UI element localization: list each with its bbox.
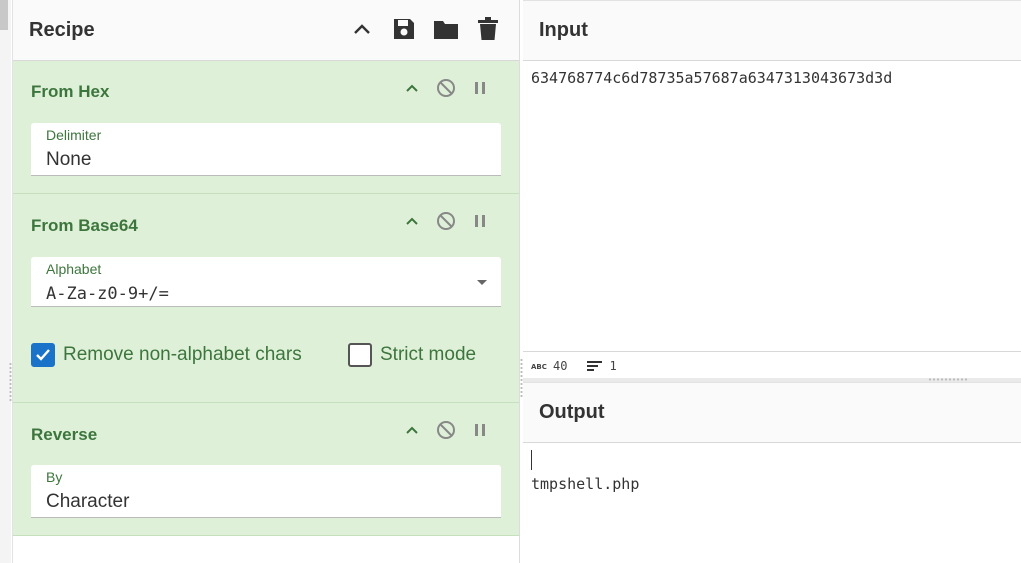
disable-icon[interactable] (435, 210, 457, 232)
operation-controls (401, 210, 491, 232)
remove-non-alphabet-checkbox[interactable] (31, 343, 55, 367)
pane-resize-handle[interactable] (9, 362, 12, 402)
folder-icon[interactable] (433, 16, 459, 42)
recipe-title: Recipe (29, 18, 95, 41)
lines-indicator: 1 (587, 358, 617, 373)
abc-icon: ABC (531, 363, 547, 371)
recipe-header-icons (349, 16, 501, 42)
recipe-header: Recipe (13, 0, 519, 61)
text-cursor (531, 450, 532, 470)
field-value: Character (46, 491, 130, 512)
field-value: None (46, 149, 92, 170)
svg-text:ABC: ABC (531, 363, 547, 371)
operation-controls (401, 419, 491, 441)
lines-icon (587, 360, 603, 371)
chevron-down-icon[interactable] (477, 280, 487, 285)
operation-from-base64[interactable]: From Base64 Alphabet A-Za-z0-9+/= Remove… (13, 194, 519, 403)
disable-icon[interactable] (435, 419, 457, 441)
remove-non-alphabet-checkbox-row[interactable]: Remove non-alphabet chars (31, 343, 302, 367)
strict-mode-checkbox-row[interactable]: Strict mode (348, 343, 476, 367)
output-text[interactable]: tmpshell.php (531, 475, 639, 493)
by-field[interactable]: By Character (31, 465, 501, 518)
operation-title: Reverse (31, 425, 98, 444)
input-lines: 1 (609, 358, 617, 373)
save-icon[interactable] (391, 16, 417, 42)
operation-reverse[interactable]: Reverse By Character (13, 403, 519, 536)
input-header: Input (523, 0, 1021, 61)
input-panel: Input 634768774c6d78735a57687a6347313043… (523, 0, 1021, 380)
recipe-panel: Recipe From Hex Delimiter None From Base… (12, 0, 520, 563)
alphabet-select[interactable]: Alphabet A-Za-z0-9+/= (31, 257, 501, 307)
strict-mode-checkbox[interactable] (348, 343, 372, 367)
output-header: Output (523, 382, 1021, 443)
chevron-up-icon[interactable] (401, 210, 423, 232)
operation-title: From Hex (31, 82, 110, 101)
checkbox-label: Strict mode (380, 344, 477, 365)
disable-icon[interactable] (435, 77, 457, 99)
field-label: By (46, 469, 63, 485)
field-label: Delimiter (46, 127, 102, 143)
operation-title: From Base64 (31, 216, 138, 235)
input-status-bar: ABC 40 1 (523, 351, 1021, 379)
trash-icon[interactable] (475, 16, 501, 42)
scrollbar-thumb[interactable] (0, 0, 8, 30)
chevron-up-icon[interactable] (401, 419, 423, 441)
operation-controls (401, 77, 491, 99)
input-textarea[interactable]: 634768774c6d78735a57687a6347313043673d3d (531, 69, 892, 87)
delimiter-field[interactable]: Delimiter None (31, 123, 501, 176)
field-label: Alphabet (46, 261, 102, 277)
length-indicator: ABC 40 (531, 359, 567, 373)
operation-from-hex[interactable]: From Hex Delimiter None (13, 61, 519, 194)
field-value: A-Za-z0-9+/= (46, 284, 169, 304)
output-panel: Output tmpshell.php (523, 382, 1021, 563)
chevron-up-icon[interactable] (349, 16, 375, 42)
pause-icon[interactable] (469, 419, 491, 441)
output-title: Output (539, 401, 605, 423)
pause-icon[interactable] (469, 77, 491, 99)
chevron-up-icon[interactable] (401, 77, 423, 99)
input-length: 40 (553, 358, 568, 373)
splitter-grip[interactable] (928, 378, 968, 381)
input-title: Input (539, 19, 588, 41)
pause-icon[interactable] (469, 210, 491, 232)
checkbox-label: Remove non-alphabet chars (63, 344, 302, 365)
left-scroll-gutter[interactable] (0, 0, 11, 563)
